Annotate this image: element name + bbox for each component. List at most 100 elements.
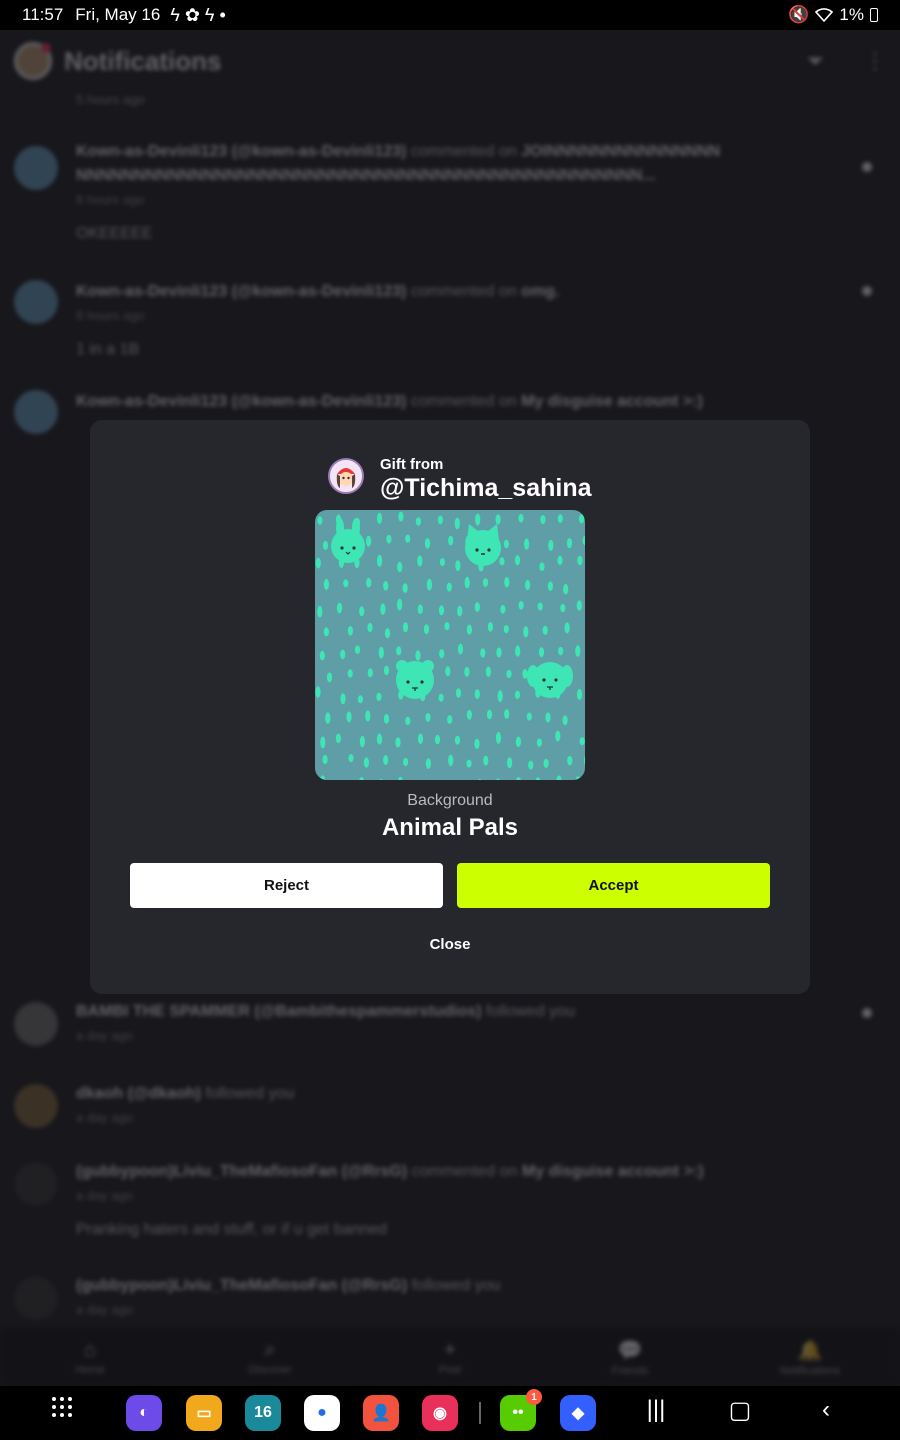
pattern-dot bbox=[403, 757, 409, 767]
pattern-dot bbox=[405, 716, 411, 726]
avatar bbox=[14, 1276, 58, 1320]
pattern-dot bbox=[386, 534, 392, 544]
pattern-dot bbox=[397, 598, 403, 611]
duolingo-app-icon[interactable]: •• 1 bbox=[500, 1389, 542, 1431]
pattern-dot bbox=[448, 535, 454, 546]
pattern-dot bbox=[445, 666, 451, 677]
pattern-dot bbox=[542, 625, 548, 635]
camera-app-icon[interactable]: ◉ bbox=[422, 1395, 458, 1431]
calendar-app-icon[interactable]: 16 bbox=[245, 1395, 281, 1431]
status-time: 11:57 bbox=[22, 5, 64, 24]
pattern-dot bbox=[515, 736, 521, 748]
pattern-dot bbox=[346, 711, 352, 723]
avatar bbox=[14, 1002, 58, 1046]
pattern-dot bbox=[464, 576, 470, 589]
calendar-day: 16 bbox=[254, 1404, 272, 1421]
browser-app-icon[interactable]: ◐ bbox=[126, 1395, 162, 1431]
pattern-dot bbox=[397, 561, 403, 573]
accept-button[interactable]: Accept bbox=[457, 863, 770, 908]
pattern-dot bbox=[343, 579, 349, 588]
tab-notifications[interactable]: 🔔 Notifications bbox=[720, 1328, 900, 1386]
pattern-dot bbox=[518, 600, 524, 610]
avatar bbox=[14, 1162, 58, 1206]
bell-icon: 🔔 bbox=[797, 1339, 823, 1362]
pattern-dot bbox=[402, 622, 409, 633]
messages-app-icon[interactable]: ● bbox=[304, 1395, 340, 1431]
battery-percent: 1% bbox=[839, 5, 864, 24]
pattern-dot bbox=[457, 643, 464, 655]
notification-time: 5 hours ago bbox=[76, 92, 145, 107]
gift-dialog: Gift from @Tichima_sahina Background Ani… bbox=[90, 420, 810, 994]
status-date: Fri, May 16 bbox=[75, 5, 161, 24]
home-icon: ⌂ bbox=[83, 1338, 97, 1361]
files-app-icon[interactable]: ▭ bbox=[186, 1395, 222, 1431]
pattern-dot bbox=[566, 538, 573, 549]
back-icon[interactable]: ‹ bbox=[808, 1396, 844, 1424]
cat-icon bbox=[465, 524, 501, 566]
filter-icon[interactable]: ⏷ bbox=[806, 48, 824, 74]
pattern-dot bbox=[424, 538, 431, 549]
pattern-dot bbox=[538, 647, 545, 658]
pattern-dot bbox=[323, 627, 329, 637]
pattern-dot bbox=[497, 690, 503, 703]
pattern-dot bbox=[487, 622, 493, 632]
tab-friends[interactable]: 💬 Friends bbox=[540, 1328, 720, 1386]
pattern-dot bbox=[575, 776, 581, 780]
pattern-dot bbox=[514, 690, 521, 699]
recent-apps-icon[interactable]: ||| bbox=[638, 1396, 674, 1424]
pattern-dot bbox=[323, 578, 329, 590]
pattern-dot bbox=[439, 649, 445, 659]
tab-home[interactable]: ⌂ Home bbox=[0, 1328, 180, 1386]
notification-text: (gubbypoon)Liviu_TheMafiosoFan (@RrsG) f… bbox=[76, 1277, 501, 1317]
tab-discover[interactable]: ⌕ Discover bbox=[180, 1328, 360, 1386]
pattern-dot bbox=[536, 738, 542, 747]
pattern-dot bbox=[504, 709, 510, 719]
avatar bbox=[14, 146, 58, 190]
unread-dot bbox=[862, 162, 872, 172]
pattern-dot bbox=[563, 583, 569, 595]
close-button[interactable]: Close bbox=[400, 932, 500, 956]
pattern-dot bbox=[415, 517, 421, 526]
pattern-dot bbox=[483, 755, 489, 766]
gift-header: Gift from @Tichima_sahina bbox=[328, 456, 592, 506]
pattern-dot bbox=[486, 709, 493, 720]
pattern-dot bbox=[523, 626, 529, 638]
app-drawer-icon[interactable] bbox=[44, 1396, 80, 1425]
home-button-icon[interactable]: ▢ bbox=[722, 1396, 758, 1425]
pattern-dot bbox=[402, 583, 408, 593]
pattern-dot bbox=[383, 755, 389, 765]
pattern-dot bbox=[367, 668, 373, 678]
pattern-dot bbox=[317, 605, 323, 618]
reject-button[interactable]: Reject bbox=[130, 863, 443, 908]
pattern-dot bbox=[457, 605, 463, 617]
contacts-app-icon[interactable]: 👤 bbox=[363, 1395, 399, 1431]
pattern-dot bbox=[315, 686, 321, 698]
pattern-dot bbox=[366, 535, 372, 547]
pattern-dot bbox=[380, 603, 386, 615]
pattern-dot bbox=[376, 512, 383, 524]
profile-avatar[interactable] bbox=[14, 42, 52, 80]
pattern-dot bbox=[335, 733, 341, 744]
pattern-dot bbox=[336, 602, 343, 614]
pattern-dot bbox=[466, 759, 472, 768]
pattern-dot bbox=[503, 625, 509, 634]
pattern-dot bbox=[576, 600, 582, 611]
pattern-dot bbox=[474, 602, 480, 612]
pattern-dot bbox=[579, 514, 585, 524]
pattern-dot bbox=[455, 560, 461, 572]
pattern-dot bbox=[579, 737, 585, 746]
more-icon[interactable]: ⋮ bbox=[864, 48, 886, 74]
pattern-dot bbox=[555, 730, 561, 742]
notification-icons: ϟ ✿ ϟ • bbox=[170, 4, 226, 25]
pattern-dot bbox=[464, 666, 470, 677]
tab-post[interactable]: + Post bbox=[360, 1328, 540, 1386]
pattern-dot bbox=[562, 715, 568, 726]
pattern-dot bbox=[359, 777, 365, 780]
pattern-dot bbox=[322, 540, 329, 550]
pattern-dot bbox=[557, 555, 563, 565]
sender-username: @Tichima_sahina bbox=[380, 474, 592, 502]
roblox-app-icon[interactable]: ◆ bbox=[560, 1395, 596, 1431]
search-icon: ⌕ bbox=[264, 1338, 276, 1361]
pattern-dot bbox=[379, 778, 383, 780]
pattern-dot bbox=[495, 732, 502, 744]
